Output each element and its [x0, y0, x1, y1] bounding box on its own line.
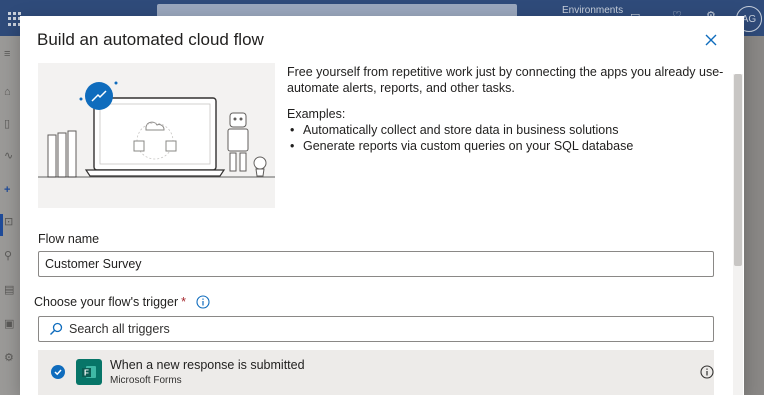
checkmark-icon[interactable]	[51, 365, 65, 379]
dialog-description: Free yourself from repetitive work just …	[287, 65, 724, 95]
environments-label[interactable]: Environments	[562, 5, 623, 16]
search-placeholder: Search all triggers	[69, 322, 170, 336]
scrollbar-thumb[interactable]	[734, 74, 742, 266]
trigger-label-row: Choose your flow's trigger *	[34, 295, 210, 309]
search-icon	[50, 322, 63, 335]
svg-text:F: F	[84, 369, 89, 378]
trigger-label: Choose your flow's trigger	[34, 295, 179, 309]
left-nav-rail: ≡ ⌂ ▯ ∿ + ⊡ ⚲ ▤ ▣ ⚙	[0, 36, 20, 395]
dialog-scrollbar[interactable]	[733, 74, 743, 395]
nav-create-icon[interactable]: +	[4, 184, 16, 196]
nav-my-flows-icon[interactable]: ∿	[4, 150, 16, 162]
trigger-connector: Microsoft Forms	[110, 375, 182, 386]
trigger-info-icon[interactable]	[700, 365, 714, 379]
close-icon[interactable]	[703, 32, 719, 48]
trigger-option-selected[interactable]: F When a new response is submitted Micro…	[38, 350, 714, 395]
nav-ai-builder-icon[interactable]: ⚙	[4, 352, 16, 364]
example-item: Generate reports via custom queries on y…	[287, 138, 633, 154]
dialog-title: Build an automated cloud flow	[37, 30, 264, 49]
example-item: Automatically collect and store data in …	[287, 122, 633, 138]
nav-monitor-icon[interactable]: ▣	[4, 318, 16, 330]
microsoft-forms-icon: F	[76, 359, 102, 385]
nav-menu-icon[interactable]: ≡	[4, 48, 16, 60]
trigger-title: When a new response is submitted	[110, 358, 305, 372]
nav-home-icon[interactable]: ⌂	[4, 86, 16, 98]
build-automated-flow-dialog: Build an automated cloud flow Free yours…	[20, 16, 744, 395]
nav-templates-icon[interactable]: ⊡	[4, 216, 16, 228]
laptop-robot-illustration	[38, 81, 275, 178]
info-icon[interactable]	[196, 295, 210, 309]
nav-connectors-icon[interactable]: ⚲	[4, 250, 16, 262]
trigger-search-input[interactable]: Search all triggers	[38, 316, 714, 342]
flow-name-label: Flow name	[38, 232, 100, 246]
nav-action-items-icon[interactable]: ▯	[4, 118, 16, 130]
nav-data-icon[interactable]: ▤	[4, 284, 16, 296]
examples-list: Automatically collect and store data in …	[287, 122, 633, 154]
flow-illustration	[38, 63, 275, 208]
examples-heading: Examples:	[287, 107, 346, 121]
nav-active-indicator	[0, 214, 3, 236]
flow-name-input[interactable]: Customer Survey	[38, 251, 714, 277]
required-marker: *	[181, 295, 186, 309]
